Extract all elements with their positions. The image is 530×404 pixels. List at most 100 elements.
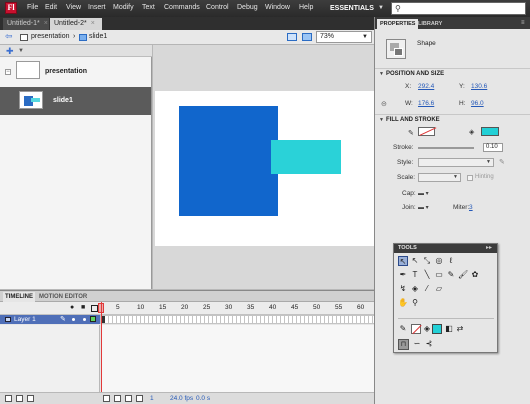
onion-skin-icon[interactable] <box>114 395 121 402</box>
panel-collapse-icon[interactable]: ▸▸ <box>486 244 492 251</box>
menu-control[interactable]: Control <box>206 4 229 11</box>
center-frame-icon[interactable] <box>103 395 110 402</box>
w-value[interactable]: 176.6 <box>418 100 434 107</box>
brush-tool-icon[interactable]: 🖌 <box>458 270 468 280</box>
hinting-checkbox[interactable] <box>467 175 473 181</box>
breadcrumb-presentation[interactable]: presentation <box>31 33 70 40</box>
fill-color-swatch[interactable] <box>481 127 499 136</box>
zoom-tool-icon[interactable]: ⚲ <box>410 298 420 308</box>
doc-tab-untitled-1[interactable]: Untitled-1* × <box>3 18 49 30</box>
edit-scene-icon[interactable] <box>287 33 297 41</box>
h-value[interactable]: 96.0 <box>471 100 484 107</box>
tools-titlebar[interactable]: TOOLS ▸▸ <box>394 244 497 253</box>
close-icon[interactable]: × <box>44 20 48 27</box>
panel-menu-icon[interactable]: ≡ <box>521 20 525 26</box>
keyframe[interactable] <box>102 316 105 323</box>
new-layer-icon[interactable] <box>5 395 12 402</box>
edit-multiple-frames-icon[interactable] <box>136 395 143 402</box>
layer-frames[interactable] <box>100 315 374 324</box>
selected-cyan-rectangle-shape[interactable] <box>271 140 341 174</box>
swap-colors-icon[interactable]: ⇄ <box>455 324 465 334</box>
miter-value[interactable]: 3 <box>469 204 473 211</box>
layer-row[interactable]: Layer 1 ✎ <box>0 315 374 324</box>
smooth-icon[interactable]: ∽ <box>412 339 422 349</box>
deco-tool-icon[interactable]: ✿ <box>470 270 480 280</box>
pen-tool-icon[interactable]: ✒ <box>398 270 408 280</box>
zoom-select[interactable]: 73% ▼ <box>316 31 372 43</box>
menu-edit[interactable]: Edit <box>45 4 57 11</box>
style-select[interactable]: ▼ <box>418 158 494 167</box>
chevron-down-icon[interactable]: ▼ <box>378 2 384 15</box>
tab-timeline[interactable]: TIMELINE <box>3 292 35 302</box>
bone-tool-icon[interactable]: ↯ <box>398 284 408 294</box>
back-arrow-icon[interactable]: ⇦ <box>5 31 13 42</box>
cap-select[interactable]: ▬ ▾ <box>418 190 429 197</box>
scale-select[interactable]: ▼ <box>418 173 461 182</box>
default-colors-icon[interactable]: ◧ <box>444 324 454 334</box>
pencil-tool-icon[interactable]: ✎ <box>446 270 456 280</box>
subselection-tool-icon[interactable]: ↖ <box>410 256 420 266</box>
collapse-toggle-icon[interactable]: − <box>5 69 11 75</box>
onion-outlines-icon[interactable] <box>125 395 132 402</box>
menu-commands[interactable]: Commands <box>164 4 200 11</box>
menu-modify[interactable]: Modify <box>113 4 134 11</box>
search-input[interactable] <box>406 4 522 13</box>
tab-motion-editor[interactable]: MOTION EDITOR <box>37 292 89 302</box>
visibility-dot-icon[interactable] <box>72 318 75 321</box>
blue-square-shape[interactable] <box>179 106 278 216</box>
stroke-slider[interactable] <box>418 147 474 149</box>
edit-symbol-icon[interactable] <box>302 33 312 41</box>
rectangle-tool-icon[interactable]: ▭ <box>434 270 444 280</box>
menu-debug[interactable]: Debug <box>237 4 258 11</box>
lasso-tool-icon[interactable]: ℓ <box>446 256 456 266</box>
add-screen-icon[interactable]: ✚ <box>6 46 14 56</box>
frame-rate[interactable]: 24.0 fps <box>170 395 193 402</box>
link-dimensions-icon[interactable]: ⊝ <box>381 100 387 108</box>
straighten-icon[interactable]: ⊰ <box>424 339 434 349</box>
stroke-color-swatch[interactable] <box>418 127 435 136</box>
eraser-tool-icon[interactable]: ▱ <box>434 284 444 294</box>
eyedropper-tool-icon[interactable]: ⁄ <box>422 284 432 294</box>
outline-toggle-icon[interactable] <box>91 305 98 312</box>
menu-file[interactable]: File <box>27 4 38 11</box>
help-search[interactable]: ⚲ <box>391 2 526 15</box>
line-tool-icon[interactable]: ╲ <box>422 270 432 280</box>
section-fill-and-stroke[interactable]: ▼ FILL AND STROKE <box>375 114 530 125</box>
join-select[interactable]: ▬ ▾ <box>418 204 429 211</box>
x-value[interactable]: 292.4 <box>418 83 434 90</box>
y-value[interactable]: 130.6 <box>471 83 487 90</box>
edit-stroke-style-icon[interactable]: ✎ <box>499 158 505 166</box>
tools-stroke-color[interactable] <box>411 324 421 334</box>
tab-library[interactable]: LIBRARY <box>418 19 442 29</box>
chevron-down-icon[interactable]: ▼ <box>18 46 24 56</box>
screen-item-presentation[interactable]: − presentation <box>0 58 151 86</box>
section-position-and-size[interactable]: ▼ POSITION AND SIZE <box>375 68 530 79</box>
new-folder-icon[interactable] <box>16 395 23 402</box>
tab-properties[interactable]: PROPERTIES <box>377 19 419 29</box>
3d-rotation-tool-icon[interactable]: ◎ <box>434 256 444 266</box>
menu-window[interactable]: Window <box>265 4 290 11</box>
close-icon[interactable]: × <box>91 20 95 27</box>
doc-tab-untitled-2[interactable]: Untitled-2* × <box>50 18 102 30</box>
hand-tool-icon[interactable]: ✋ <box>398 298 408 308</box>
layer-name-cell[interactable]: Layer 1 ✎ <box>0 315 100 324</box>
screen-item-slide1[interactable]: slide1 <box>0 87 151 115</box>
stroke-input[interactable]: 0.10 <box>483 143 503 152</box>
text-tool-icon[interactable]: T <box>410 270 420 280</box>
delete-layer-icon[interactable] <box>27 395 34 402</box>
menu-text[interactable]: Text <box>142 4 155 11</box>
breadcrumb-slide1[interactable]: slide1 <box>89 33 107 40</box>
stage[interactable] <box>155 91 374 246</box>
lock-dot-icon[interactable] <box>83 318 86 321</box>
menu-view[interactable]: View <box>66 4 81 11</box>
layer-outline-color-icon[interactable] <box>90 316 96 322</box>
workspace-switcher[interactable]: ESSENTIALS <box>330 2 380 15</box>
eye-icon[interactable]: ● <box>70 304 74 312</box>
free-transform-tool-icon[interactable]: ⤡ <box>422 256 432 266</box>
selection-tool-icon[interactable]: ↖ <box>398 256 408 266</box>
menu-help[interactable]: Help <box>299 4 313 11</box>
current-frame[interactable]: 1 <box>150 395 154 402</box>
tools-fill-color[interactable] <box>432 324 442 334</box>
snap-to-objects-icon[interactable]: ⊓ <box>398 339 409 350</box>
menu-insert[interactable]: Insert <box>88 4 106 11</box>
